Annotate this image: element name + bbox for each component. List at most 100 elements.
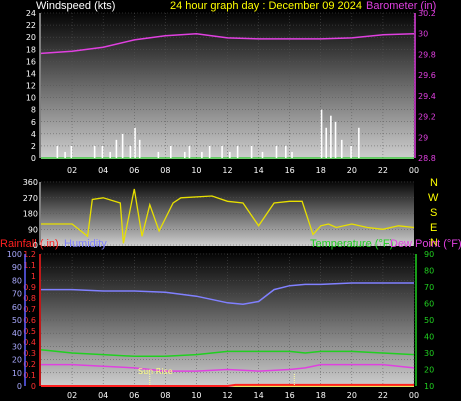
temperature-tick-label: 60: [424, 300, 434, 309]
humidity-tick-label: 100: [7, 250, 22, 259]
humidity-tick-label: 90: [12, 263, 22, 272]
climate-x-tick-label: 12: [222, 391, 232, 400]
climate-x-tick-label: 08: [160, 391, 170, 400]
wind-bar: [101, 145, 104, 158]
wind-bar: [275, 145, 278, 158]
wind-x-tick-label: 06: [129, 166, 139, 175]
wind-bar: [236, 145, 239, 158]
temperature-tick-label: 70: [424, 283, 434, 292]
wind-x-tick-label: 20: [347, 166, 357, 175]
temperature-tick-label: 80: [424, 267, 434, 276]
humidity-tick-label: 50: [12, 316, 22, 325]
wind-bar: [350, 145, 352, 158]
humidity-tick-label: 10: [12, 369, 22, 378]
wind-bar: [229, 151, 231, 158]
humidity-tick-label: 60: [12, 303, 22, 312]
wind-bar: [183, 151, 186, 158]
rain-tick-label: 0: [31, 382, 36, 391]
wind-bar: [56, 145, 59, 158]
humidity-tick-label: 30: [12, 342, 22, 351]
temperature-tick-label: 50: [424, 316, 434, 325]
barometer-tick-label: 29.2: [418, 113, 436, 122]
wind-bar: [221, 145, 223, 158]
humidity-tick-label: 20: [12, 356, 22, 365]
wind-tick-label: 4: [31, 130, 36, 139]
wind-tick-label: 0: [31, 154, 36, 163]
wind-bar: [138, 139, 141, 158]
wind-x-tick-label: 02: [67, 166, 77, 175]
temperature-tick-label: 90: [424, 250, 434, 259]
wind-bar: [169, 145, 172, 158]
wind-bar: [188, 145, 191, 158]
compass-w: W: [428, 192, 439, 204]
climate-x-tick-label: 22: [378, 391, 388, 400]
barometer-tick-label: 28.8: [418, 154, 436, 163]
wind-bar: [261, 151, 264, 158]
wind-bar: [93, 145, 96, 158]
rainfall-axis-title: Rainfall (.in): [0, 238, 59, 250]
wind-x-tick-label: 00: [409, 166, 419, 175]
wind-bar: [201, 151, 203, 158]
wind-bar: [320, 109, 323, 158]
humidity-axis-title: Humidity: [64, 238, 107, 250]
direction-tick-label: 360: [23, 178, 38, 187]
weather-graph: Windspeed (kts) 24 hour graph day : Dece…: [0, 0, 461, 400]
wind-bar: [330, 115, 332, 158]
wind-tick-label: 16: [26, 57, 36, 66]
wind-bar: [250, 145, 253, 158]
barometer-tick-label: 30.2: [418, 9, 436, 18]
wind-bar: [109, 151, 111, 158]
climate-x-tick-label: 16: [285, 391, 295, 400]
humidity-tick-label: 70: [12, 290, 22, 299]
barometer-tick-label: 30: [418, 30, 428, 39]
wind-bar: [325, 127, 328, 158]
barometer-tick-label: 29.4: [418, 92, 436, 101]
climate-x-tick-label: 02: [67, 391, 77, 400]
temperature-axis-title: Temperature (°F): [310, 238, 393, 250]
wind-tick-label: 18: [26, 45, 36, 54]
direction-tick-label: 180: [23, 210, 38, 219]
climate-x-tick-label: 20: [347, 391, 357, 400]
climate-x-tick-label: 18: [316, 391, 326, 400]
wind-tick-label: 10: [26, 94, 36, 103]
climate-x-tick-label: 06: [129, 391, 139, 400]
humidity-tick-label: 0: [17, 382, 22, 391]
wind-bar: [285, 145, 287, 158]
climate-x-tick-label: 04: [98, 391, 108, 400]
wind-tick-label: 8: [31, 106, 36, 115]
wind-bar: [129, 145, 132, 158]
temperature-tick-label: 40: [424, 333, 434, 342]
compass-e: E: [430, 222, 437, 234]
wind-x-tick-label: 14: [253, 166, 263, 175]
temperature-tick-label: 20: [424, 366, 434, 375]
wind-bar: [121, 133, 124, 158]
wind-tick-label: 12: [26, 82, 36, 91]
rainfall-line: [41, 383, 414, 387]
rain-tick-label: 1: [31, 272, 36, 281]
wind-bar: [334, 121, 337, 158]
humidity-tick-label: 80: [12, 276, 22, 285]
wind-x-tick-label: 10: [191, 166, 201, 175]
direction-tick-label: 90: [28, 225, 38, 234]
wind-bar: [64, 151, 66, 158]
wind-tick-label: 20: [26, 33, 36, 42]
wind-x-tick-label: 04: [98, 166, 108, 175]
wind-bar: [115, 139, 118, 158]
wind-tick-label: 14: [26, 69, 36, 78]
direction-tick-label: 0: [33, 241, 38, 250]
compass-s: S: [430, 207, 437, 219]
wind-tick-label: 2: [31, 142, 36, 151]
barometer-tick-label: 29.6: [418, 71, 436, 80]
wind-tick-label: 24: [26, 9, 36, 18]
wind-bar: [157, 151, 160, 158]
wind-bar: [134, 127, 136, 158]
graph-title: 24 hour graph day : December 09 2024: [170, 0, 362, 12]
wind-tick-label: 6: [31, 118, 36, 127]
climate-x-tick-label: 10: [191, 391, 201, 400]
windspeed-axis-title: Windspeed (kts): [36, 0, 115, 12]
wind-tick-label: 22: [26, 21, 36, 30]
wind-bar: [291, 151, 293, 158]
direction-tick-label: 270: [23, 194, 38, 203]
barometer-tick-label: 29: [418, 133, 428, 142]
wind-x-tick-label: 22: [378, 166, 388, 175]
